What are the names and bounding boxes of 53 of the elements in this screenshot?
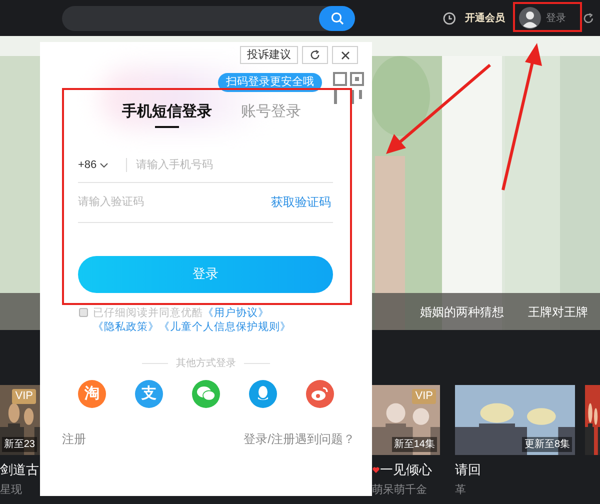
country-code-select[interactable]: +86	[78, 156, 126, 174]
qr-code-icon[interactable]	[333, 72, 365, 105]
register-link[interactable]: 注册	[62, 430, 86, 448]
refresh-button[interactable]	[302, 46, 328, 64]
heart-icon	[372, 466, 380, 474]
avatar-icon[interactable]	[519, 7, 542, 29]
video-title[interactable]: 一见倾心	[380, 460, 432, 480]
login-tab[interactable]: 手机短信登录	[122, 101, 212, 128]
clock-icon[interactable]	[443, 12, 456, 24]
policy-link[interactable]: 《儿童个人信息保护规则》	[159, 320, 291, 332]
banner-caption[interactable]: 王牌对王牌	[528, 302, 588, 320]
help-link[interactable]: 登录/注册遇到问题？	[244, 430, 355, 448]
login-tab[interactable]: 账号登录	[241, 101, 301, 128]
video-title[interactable]: 剑道古	[0, 460, 39, 480]
refresh-icon	[310, 50, 320, 60]
eye-swirl-icon	[311, 386, 329, 401]
episode-label: 新至14集	[392, 437, 437, 452]
agreement-text: 已仔细阅读并同意优酷《用户协议》 《隐私政策》《儿童个人信息保护规则》	[93, 306, 292, 334]
social-login-button[interactable]: 支	[135, 380, 163, 408]
video-subtitle: 萌呆萌千金	[372, 482, 428, 498]
chat-bubbles-icon	[197, 386, 215, 401]
social-login-button[interactable]	[249, 380, 277, 408]
episode-label: 更新至8集	[522, 437, 572, 452]
policy-link[interactable]: 《用户协议》	[203, 306, 269, 318]
feedback-button[interactable]: 投诉建议	[240, 46, 298, 64]
code-input[interactable]: 请输入验证码	[78, 194, 271, 210]
video-subtitle: 革	[455, 482, 467, 498]
video-title[interactable]: 请回	[455, 460, 481, 480]
search-icon	[330, 12, 344, 24]
video-subtitle: 星现	[0, 482, 23, 498]
policy-link[interactable]: 《隐私政策》	[93, 320, 159, 332]
logo-glyph: 支	[142, 386, 156, 401]
penguin-icon	[257, 386, 269, 401]
highlight-frame	[513, 2, 582, 32]
episode-label: 新至23	[2, 437, 37, 452]
search-field[interactable]	[62, 6, 356, 30]
close-icon	[340, 50, 350, 60]
login-link[interactable]: 登录	[546, 10, 566, 26]
agreement-checkbox[interactable]	[79, 308, 88, 316]
get-code-link[interactable]: 获取验证码	[271, 193, 331, 211]
refresh-icon[interactable]	[583, 12, 594, 24]
vip-link[interactable]: 开通会员	[465, 10, 506, 26]
social-login-button[interactable]	[306, 380, 334, 408]
search-button[interactable]	[319, 6, 356, 30]
other-login-label: 其他方式登录	[176, 356, 236, 370]
phone-input[interactable]: 请输入手机号码	[136, 156, 333, 174]
vip-badge: VIP	[12, 389, 36, 404]
vip-badge: VIP	[412, 389, 436, 404]
chevron-down-icon	[100, 162, 108, 168]
close-button[interactable]	[332, 46, 358, 64]
social-login-button[interactable]: 淘	[78, 380, 106, 408]
logo-glyph: 淘	[84, 386, 100, 401]
banner-caption[interactable]: 婚姻的两种猜想	[420, 302, 504, 320]
